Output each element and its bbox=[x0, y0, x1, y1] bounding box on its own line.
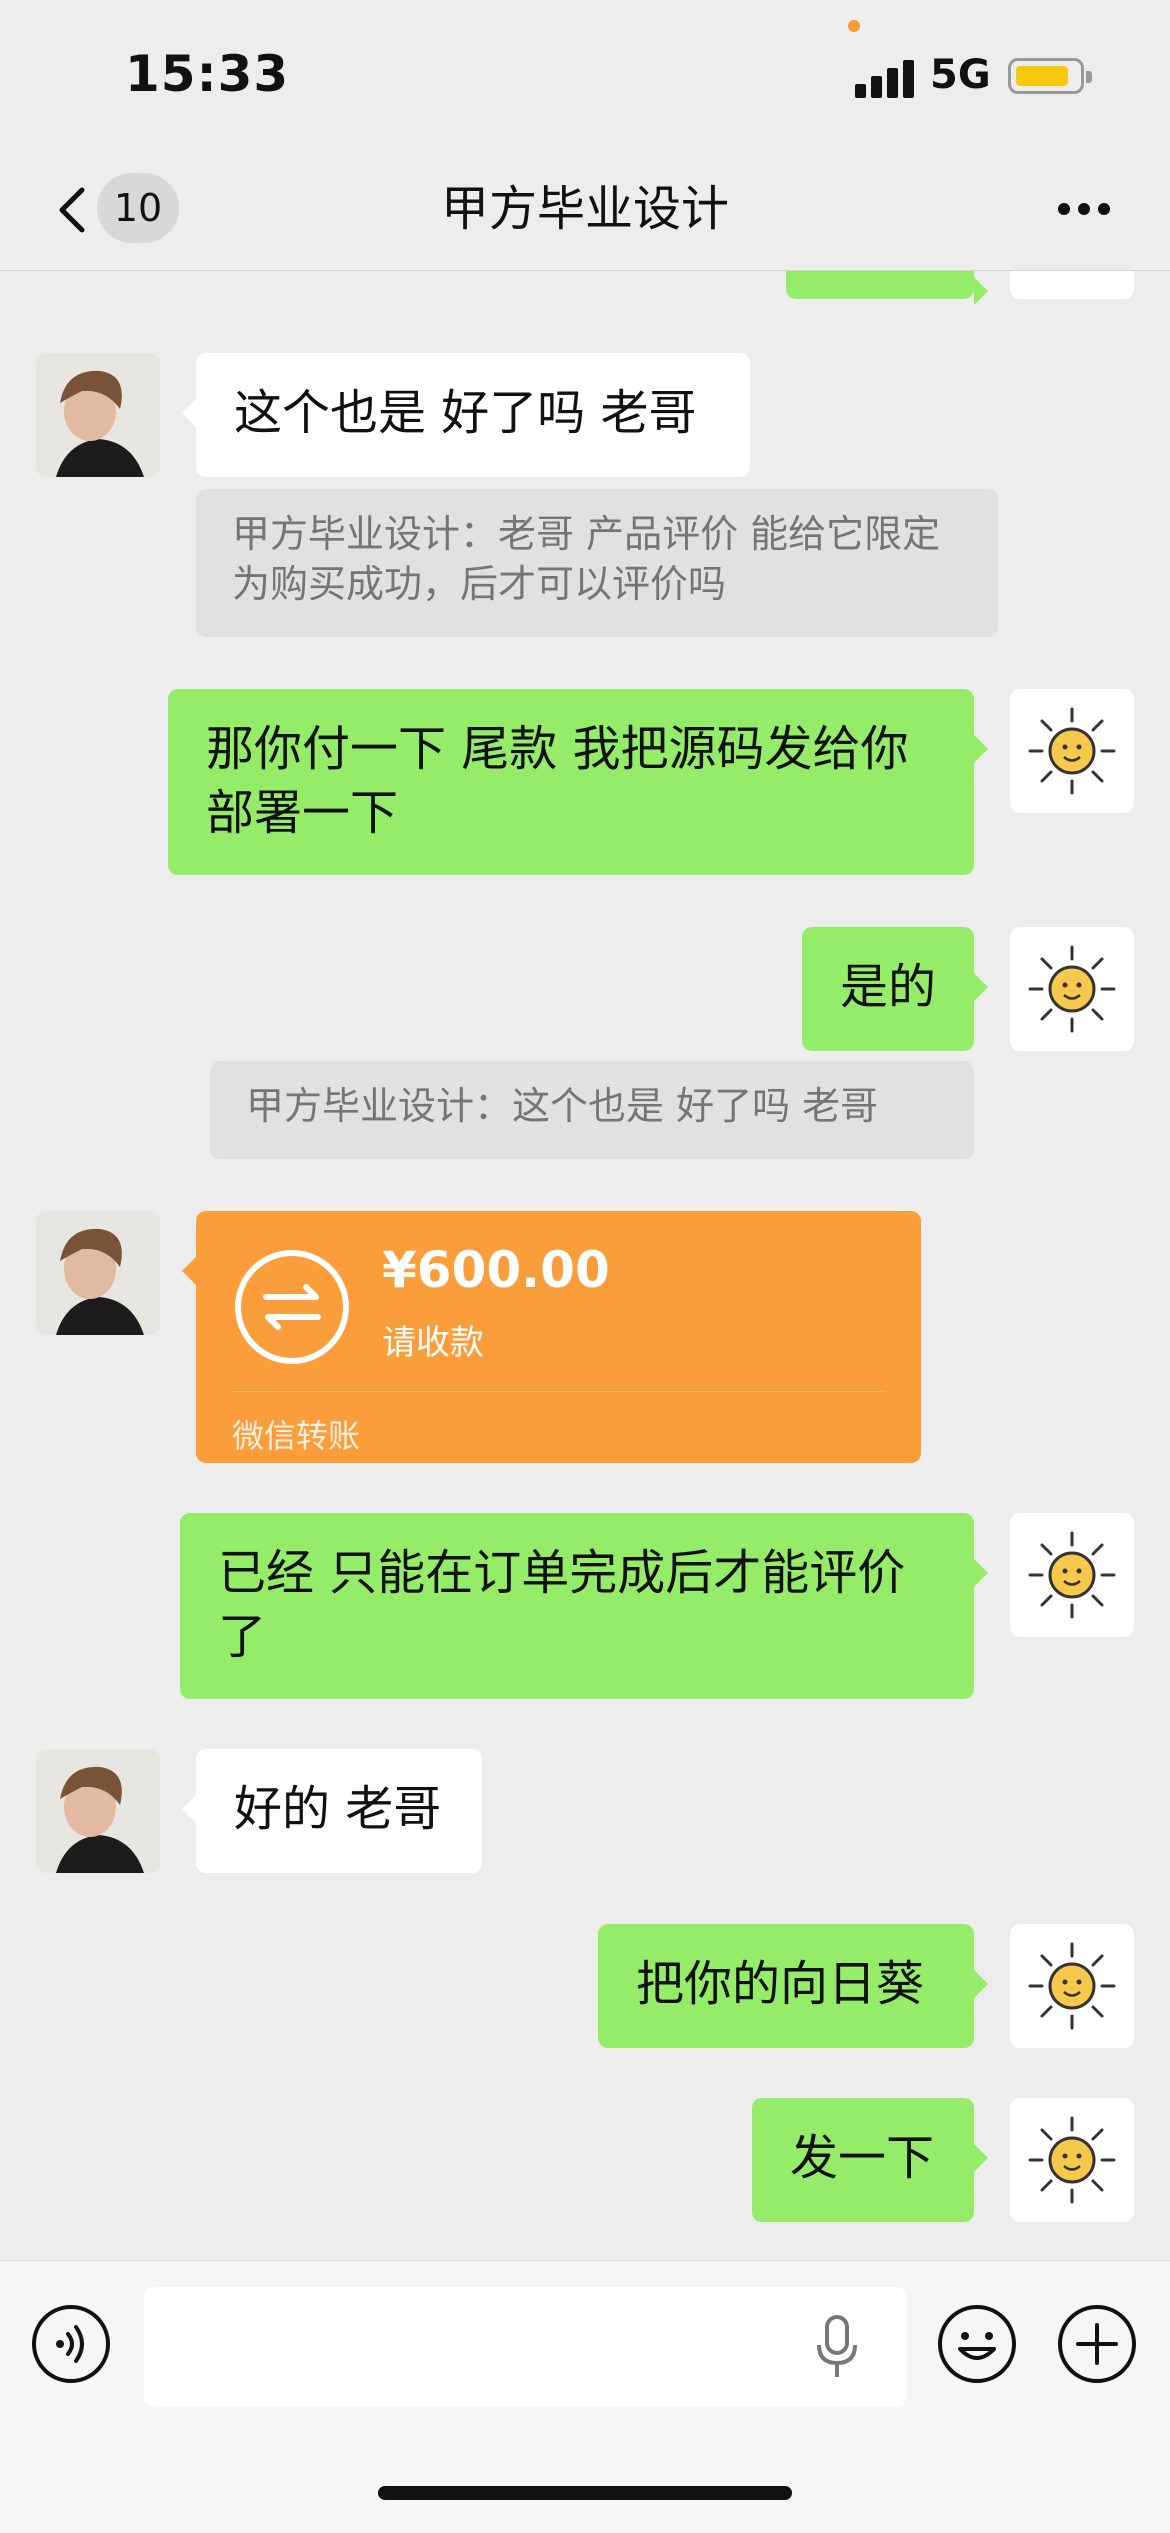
contact-avatar[interactable] bbox=[36, 1749, 160, 1873]
message-text: 发一下 bbox=[790, 2130, 935, 2186]
quoted-message[interactable]: 甲方毕业设计：这个也是 好了吗 老哥 bbox=[210, 1061, 974, 1159]
message-bubble-incoming[interactable]: 好的 老哥 bbox=[182, 1749, 482, 1873]
message-bubble-outgoing[interactable]: 把你的向日葵 bbox=[598, 1924, 988, 2048]
message-input[interactable] bbox=[144, 2287, 906, 2407]
quoted-text: 甲方毕业设计：老哥 产品评价 能给它限定为购买成功，后才可以评价吗 bbox=[232, 512, 941, 606]
signal-icon bbox=[855, 58, 915, 98]
status-bar: 15:33 5G bbox=[0, 0, 1170, 150]
sun-avatar-icon[interactable] bbox=[1010, 689, 1134, 813]
contact-avatar[interactable] bbox=[36, 1211, 160, 1335]
sun-avatar-icon[interactable] bbox=[1010, 271, 1134, 299]
transfer-card[interactable]: ¥600.00 请收款 微信转账 bbox=[182, 1211, 921, 1463]
message-text: 那你付一下 尾款 我把源码发给你部署一下 bbox=[206, 721, 909, 841]
sun-avatar-icon[interactable] bbox=[1010, 1924, 1134, 2048]
message-bubble-incoming[interactable]: 这个也是 好了吗 老哥 bbox=[182, 353, 750, 477]
input-bar bbox=[0, 2260, 1170, 2533]
message-text: 好的 老哥 bbox=[234, 1781, 442, 1837]
sun-avatar-icon[interactable] bbox=[1010, 1513, 1134, 1637]
voice-icon[interactable] bbox=[30, 2303, 112, 2385]
message-text: 是的 bbox=[840, 959, 937, 1015]
transfer-label: 微信转账 bbox=[232, 1417, 361, 1455]
sun-avatar-icon[interactable] bbox=[1010, 927, 1134, 1051]
home-indicator[interactable] bbox=[378, 2486, 792, 2500]
quoted-text: 甲方毕业设计：这个也是 好了吗 老哥 bbox=[246, 1084, 879, 1128]
network-type: 5G bbox=[930, 52, 991, 98]
transfer-amount: ¥600.00 bbox=[382, 1241, 610, 1299]
message-text: 把你的向日葵 bbox=[636, 1956, 925, 2012]
message-text: 已经 只能在订单完成后才能评价了 bbox=[218, 1545, 906, 1665]
contact-photo bbox=[36, 353, 160, 477]
chat-title: 甲方毕业设计 bbox=[440, 181, 729, 237]
message-bubble-outgoing[interactable]: 已经 只能在订单完成后才能评价了 bbox=[180, 1513, 988, 1699]
message-bubble-partial bbox=[786, 271, 988, 305]
sun-avatar-icon[interactable] bbox=[1010, 2098, 1134, 2222]
more-icon[interactable] bbox=[1052, 192, 1116, 222]
quoted-message[interactable]: 甲方毕业设计：老哥 产品评价 能给它限定为购买成功，后才可以评价吗 bbox=[196, 489, 998, 637]
message-text: 这个也是 好了吗 老哥 bbox=[234, 385, 697, 441]
message-list[interactable]: 这个也是 好了吗 老哥 甲方毕业设计：老哥 产品评价 能给它限定为购买成功，后才… bbox=[0, 271, 1170, 2260]
contact-photo bbox=[36, 1211, 160, 1335]
message-bubble-outgoing[interactable]: 那你付一下 尾款 我把源码发给你部署一下 bbox=[168, 689, 988, 875]
privacy-indicator-dot bbox=[848, 20, 860, 32]
contact-avatar[interactable] bbox=[36, 353, 160, 477]
message-bubble-outgoing[interactable]: 是的 bbox=[802, 927, 988, 1051]
chat-header: 10 甲方毕业设计 bbox=[0, 150, 1170, 271]
transfer-divider bbox=[232, 1391, 885, 1392]
contact-photo bbox=[36, 1749, 160, 1873]
battery-icon bbox=[1008, 58, 1092, 94]
clock: 15:33 bbox=[125, 45, 290, 103]
emoji-icon[interactable] bbox=[936, 2303, 1018, 2385]
mic-icon[interactable] bbox=[815, 2315, 859, 2379]
transfer-arrows-icon bbox=[235, 1250, 349, 1364]
message-bubble-outgoing[interactable]: 发一下 bbox=[752, 2098, 988, 2222]
plus-icon[interactable] bbox=[1056, 2303, 1138, 2385]
transfer-status: 请收款 bbox=[382, 1323, 484, 1363]
